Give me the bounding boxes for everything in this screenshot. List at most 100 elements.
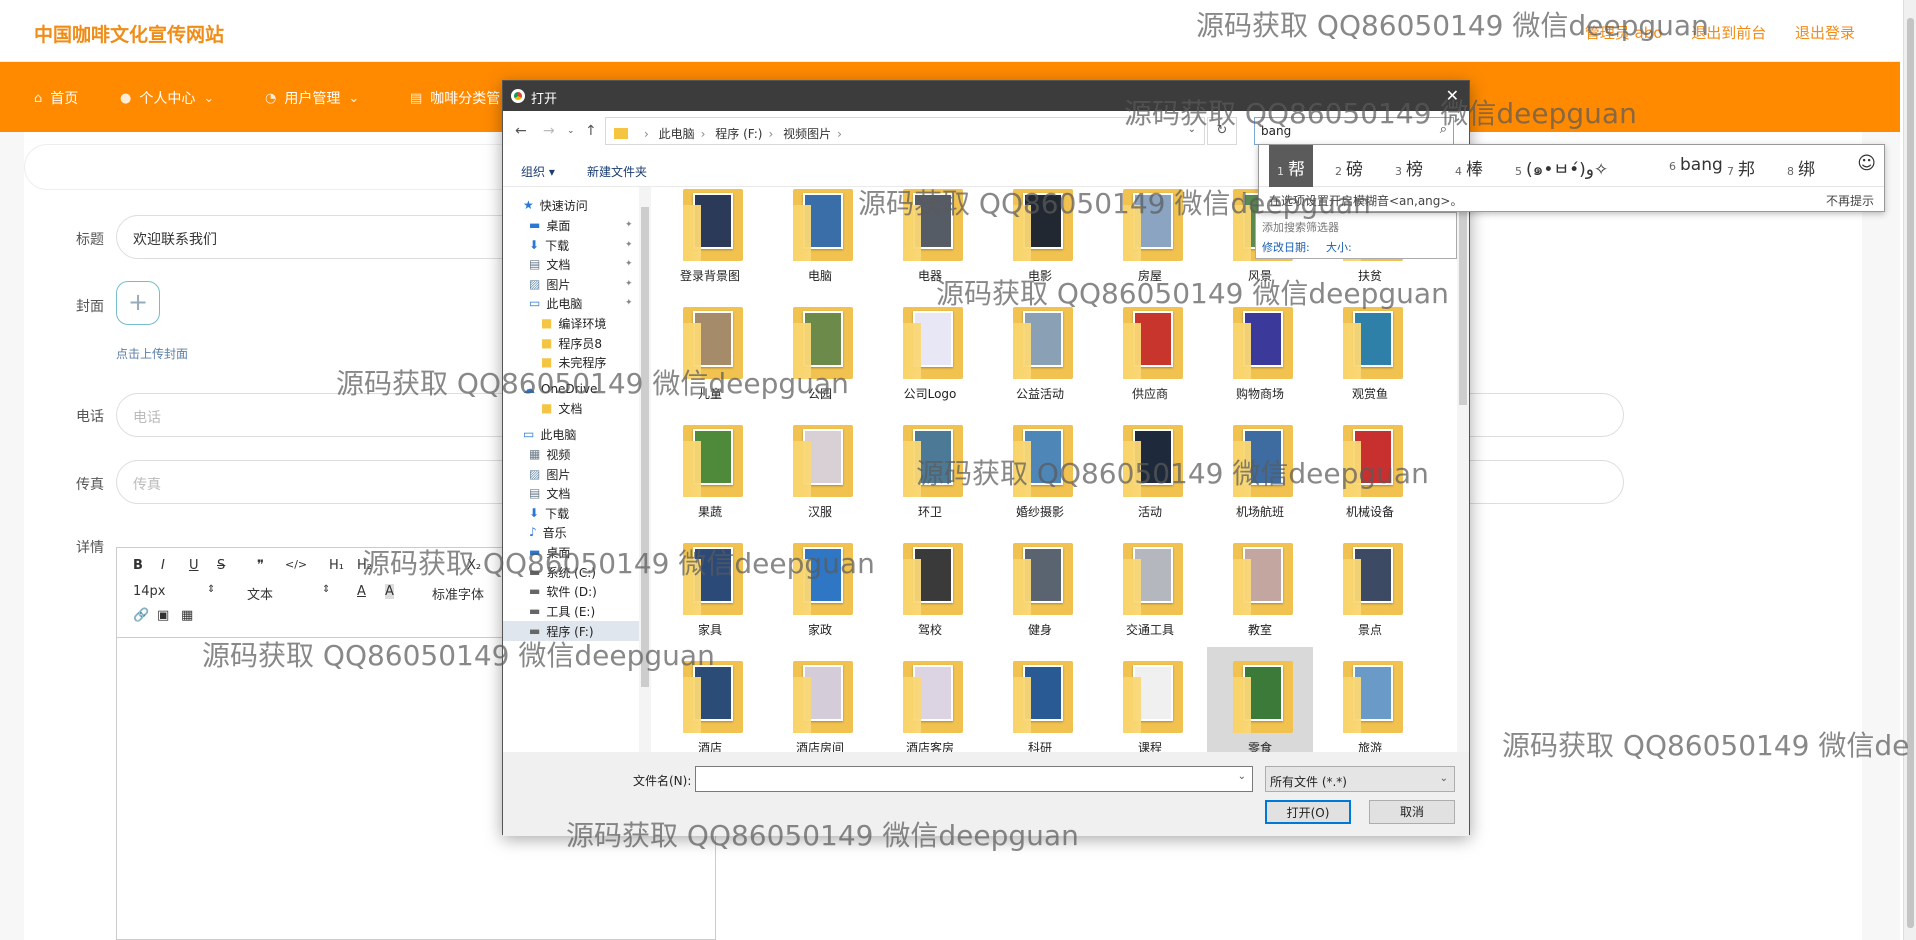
tree-item[interactable]: ▦ 视频 <box>503 444 639 464</box>
path-segment[interactable]: 此电脑 <box>659 127 695 141</box>
folder-item[interactable]: 汉服 <box>767 411 873 529</box>
folder-item[interactable]: 科研 <box>987 647 1093 752</box>
folder-item[interactable]: 公司Logo <box>877 293 983 411</box>
emoji-icon[interactable]: ☺ <box>1857 153 1876 174</box>
chevron-down-icon[interactable]: ⌄ <box>1188 124 1196 135</box>
nav-item-profile[interactable]: ● 个人中心 ⌄ <box>120 88 214 108</box>
page-scrollbar-thumb[interactable] <box>1907 18 1914 928</box>
tree-item[interactable]: ♪ 音乐 <box>503 522 639 542</box>
ime-candidate[interactable]: 8绑 <box>1787 155 1815 180</box>
folder-item[interactable]: 公益活动 <box>987 293 1093 411</box>
italic-button[interactable]: I <box>161 558 165 573</box>
strike-button[interactable]: S <box>217 558 225 573</box>
nav-item-users[interactable]: ◔ 用户管理 ⌄ <box>265 88 359 108</box>
search-input[interactable]: bang ⌕ <box>1254 117 1454 145</box>
tree-item[interactable]: ▬ 桌面 ✦ <box>503 215 639 235</box>
quote-button[interactable]: ❞ <box>257 558 264 573</box>
ime-candidate[interactable]: 6 bang <box>1669 155 1723 175</box>
folder-item[interactable]: 景点 <box>1317 529 1423 647</box>
folder-item[interactable]: 旅游 <box>1317 647 1423 752</box>
folder-item[interactable]: 酒店客房 <box>877 647 983 752</box>
folder-item[interactable]: 家具 <box>657 529 763 647</box>
ime-candidate[interactable]: 3榜 <box>1395 155 1423 180</box>
back-to-front-link[interactable]: 退出到前台 <box>1691 24 1766 42</box>
folder-item[interactable]: 婚纱摄影 <box>987 411 1093 529</box>
subscript-button[interactable]: X₂ <box>467 558 481 573</box>
folder-item[interactable]: 机械设备 <box>1317 411 1423 529</box>
logout-link[interactable]: 退出登录 <box>1795 24 1855 42</box>
font-size-select[interactable]: 14px <box>133 584 166 599</box>
refresh-icon[interactable]: ↻ <box>1207 117 1237 145</box>
tree-item[interactable]: ▬ 程序 (F:) <box>503 621 639 641</box>
folder-item[interactable]: 观赏鱼 <box>1317 293 1423 411</box>
tree-item[interactable]: ■ 程序员8 <box>503 333 639 353</box>
link-icon[interactable]: 🔗 <box>133 608 149 623</box>
filename-input[interactable]: ⌄ <box>695 766 1253 792</box>
folder-item[interactable]: 活动 <box>1097 411 1203 529</box>
ime-candidate[interactable]: 5 (๑•ㅂ•́)و✧ <box>1515 155 1608 183</box>
tree-item[interactable]: ▬ 工具 (E:) <box>503 601 639 621</box>
font-family-select[interactable]: 标准字体 <box>432 584 484 603</box>
chevron-down-icon[interactable]: ⌄ <box>567 126 575 136</box>
video-icon[interactable]: ▦ <box>181 608 193 623</box>
ime-candidate[interactable]: 2磅 <box>1335 155 1363 180</box>
underline-button[interactable]: U <box>189 558 199 573</box>
tree-item[interactable]: ■ 文档 <box>503 398 639 418</box>
site-logo[interactable]: 中国咖啡文化宣传网站 <box>34 20 224 47</box>
nav-item-category[interactable]: ▤ 咖啡分类管 <box>410 88 500 108</box>
font-type-select[interactable]: 文本 <box>247 584 273 603</box>
upload-cover-button[interactable]: + <box>116 281 160 325</box>
tree-item[interactable]: ▬ 软件 (D:) <box>503 581 639 601</box>
add-search-filter[interactable]: 添加搜索筛选器 <box>1262 219 1339 235</box>
tree-item[interactable]: ▬ 桌面 <box>503 542 639 562</box>
tree-item[interactable]: ▨ 图片 ✦ <box>503 274 639 294</box>
folder-item[interactable]: 酒店房间 <box>767 647 873 752</box>
back-arrow-icon[interactable]: ← <box>515 123 527 139</box>
nav-item-home[interactable]: ⌂ 首页 <box>34 88 78 108</box>
open-button[interactable]: 打开(O) <box>1265 800 1351 824</box>
tree-item[interactable]: ▭ 此电脑 ✦ <box>503 293 639 313</box>
bg-color-button[interactable]: A <box>385 584 394 599</box>
tree-item[interactable]: ▤ 文档 <box>503 483 639 503</box>
path-box[interactable]: › 此电脑 › 程序 (F:) › 视频图片 › ⌄ <box>605 117 1205 145</box>
page-scrollbar[interactable] <box>1903 0 1916 940</box>
chevron-down-icon[interactable]: ⌄ <box>1238 771 1246 782</box>
tree-item[interactable]: ▤ 文档 ✦ <box>503 254 639 274</box>
tree-item[interactable]: ■ 未完程序 <box>503 352 639 372</box>
h1-button[interactable]: H₁ <box>329 558 344 573</box>
folder-item[interactable]: 电影 <box>987 187 1093 293</box>
ime-candidate[interactable]: 1帮 <box>1269 145 1313 187</box>
folder-item[interactable]: 公园 <box>767 293 873 411</box>
folder-item[interactable]: 机场航班 <box>1207 411 1313 529</box>
tree-item[interactable]: ▬ 系统 (C:) <box>503 562 639 582</box>
folder-item[interactable]: 果蔬 <box>657 411 763 529</box>
folder-item[interactable]: 健身 <box>987 529 1093 647</box>
close-icon[interactable]: ✕ <box>1446 86 1459 105</box>
folder-item[interactable]: 零食 <box>1207 647 1313 752</box>
folder-item[interactable]: 家政 <box>767 529 873 647</box>
tree-item[interactable]: ☁ OneDrive <box>503 379 639 399</box>
dialog-titlebar[interactable]: 打开 ✕ <box>503 81 1469 111</box>
code-button[interactable]: </> <box>285 558 307 571</box>
filter-date[interactable]: 修改日期: <box>1262 239 1310 255</box>
up-arrow-icon[interactable]: ↑ <box>585 123 597 139</box>
font-color-button[interactable]: A <box>357 584 366 599</box>
ime-candidate[interactable]: 4棒 <box>1455 155 1483 180</box>
folder-item[interactable]: 课程 <box>1097 647 1203 752</box>
tree-item[interactable]: ▭ 此电脑 <box>503 424 639 444</box>
tree-item[interactable]: ■ 编译环境 <box>503 313 639 333</box>
filter-size[interactable]: 大小: <box>1326 239 1352 255</box>
tree-item[interactable]: ⬇ 下载 ✦ <box>503 235 639 255</box>
path-segment[interactable]: 程序 (F:) <box>715 127 762 141</box>
filetype-select[interactable]: 所有文件 (*.*) ⌄ <box>1265 766 1455 792</box>
grid-scrollbar[interactable] <box>1457 187 1469 752</box>
folder-item[interactable]: 电脑 <box>767 187 873 293</box>
forward-arrow-icon[interactable]: → <box>543 123 555 139</box>
tree-item[interactable]: ⬇ 下载 <box>503 503 639 523</box>
ime-dismiss-link[interactable]: 不再提示 <box>1826 192 1874 209</box>
image-icon[interactable]: ▣ <box>157 608 169 623</box>
folder-item[interactable]: 驾校 <box>877 529 983 647</box>
tree-item[interactable]: ★ 快速访问 <box>503 195 639 215</box>
folder-item[interactable]: 电器 <box>877 187 983 293</box>
folder-item[interactable]: 环卫 <box>877 411 983 529</box>
